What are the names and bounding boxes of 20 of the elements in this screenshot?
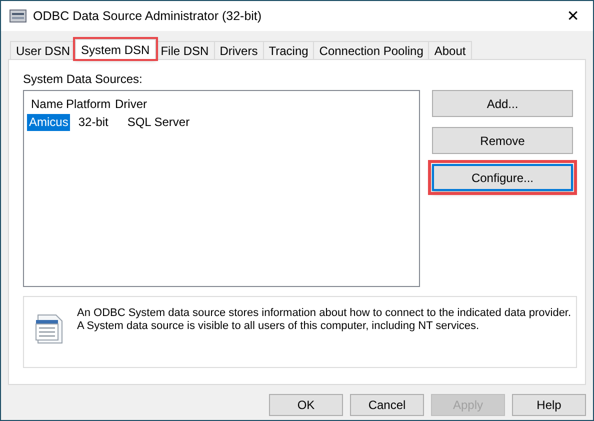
- tab[interactable]: System DSN: [75, 39, 156, 59]
- action-button[interactable]: Add...: [432, 90, 573, 117]
- tab[interactable]: Tracing: [262, 41, 314, 59]
- close-button[interactable]: ✕: [553, 1, 593, 31]
- column-header[interactable]: Platform: [62, 96, 111, 112]
- tab[interactable]: Connection Pooling: [313, 41, 430, 59]
- column-header[interactable]: Name: [27, 96, 62, 112]
- list-cell[interactable]: Amicus: [27, 114, 70, 130]
- app-icon: [9, 9, 27, 23]
- dialog-button[interactable]: Cancel: [350, 394, 424, 416]
- dialog-button[interactable]: Help: [512, 394, 586, 416]
- list-cell-text: 32-bit: [77, 114, 110, 130]
- column-header[interactable]: Driver: [111, 96, 151, 112]
- tab[interactable]: About: [428, 41, 472, 59]
- group-label: System Data Sources:: [23, 72, 142, 86]
- action-button[interactable]: Remove: [432, 127, 573, 154]
- info-text: An ODBC System data source stores information about how to connect to the indicated data provider. A System data source is visible to all users of this computer, including NT services.: [77, 307, 572, 333]
- dialog-button[interactable]: OK: [269, 394, 343, 416]
- list-cell-text: SQL Server: [126, 114, 191, 130]
- window-title: ODBC Data Source Administrator (32-bit): [33, 9, 263, 23]
